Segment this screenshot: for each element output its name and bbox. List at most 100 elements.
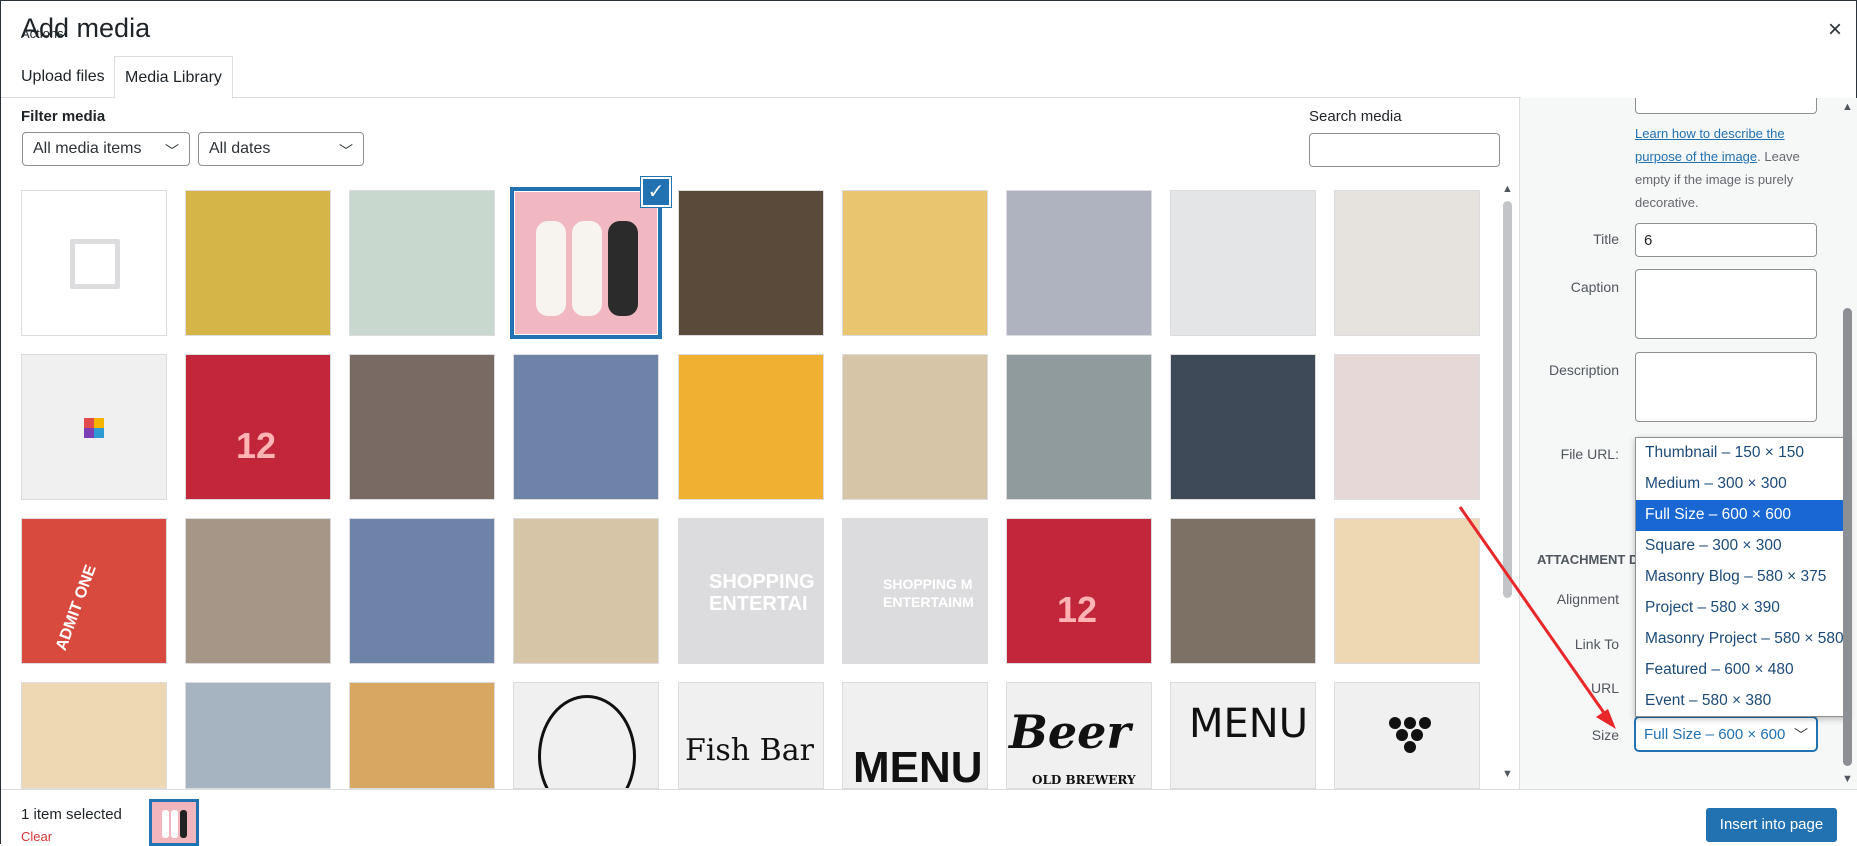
media-thumbnail[interactable] <box>21 354 167 500</box>
media-thumbnail[interactable] <box>678 354 824 500</box>
size-option[interactable]: Thumbnail – 150 × 150 <box>1636 438 1848 469</box>
description-textarea[interactable] <box>1635 352 1817 422</box>
size-option[interactable]: Full Size – 600 × 600 <box>1636 500 1848 531</box>
thumbnail-text: MENU <box>1189 701 1308 747</box>
media-modal: Actions Add media × Upload files Media L… <box>1 1 1857 846</box>
thumbnail-text: SHOPPING ENTERTAI <box>709 571 815 615</box>
media-thumbnail[interactable] <box>1334 354 1480 500</box>
media-thumbnail[interactable] <box>1170 190 1316 336</box>
thumbnail-text: OLD BREWERY <box>1032 773 1136 787</box>
dates-select[interactable]: All dates ﹀ <box>198 132 364 166</box>
thumbnail-text: SHOPPING M ENTERTAINM <box>883 576 974 610</box>
app-icon <box>84 418 104 438</box>
media-thumbnail[interactable] <box>842 354 988 500</box>
media-thumbnail[interactable]: SHOPPING M ENTERTAINM <box>842 518 988 664</box>
size-option[interactable]: Masonry Blog – 580 × 375 <box>1636 562 1848 593</box>
thumbnail-text: 12 <box>236 425 277 466</box>
scrollbar-thumb[interactable] <box>1503 201 1512 598</box>
selected-thumbnail[interactable] <box>149 799 199 846</box>
thumbnail-text: Fish Bar <box>685 733 814 768</box>
url-label: URL <box>1590 680 1619 696</box>
scroll-down-icon[interactable]: ▼ <box>1502 768 1513 780</box>
size-select[interactable]: Full Size – 600 × 600 ﹀ <box>1635 717 1817 751</box>
media-thumbnail[interactable] <box>349 190 495 336</box>
link-to-label: Link To <box>1574 636 1619 652</box>
media-thumbnail[interactable]: 12 <box>185 354 331 500</box>
size-option[interactable]: Featured – 600 × 480 <box>1636 655 1848 686</box>
media-thumbnail[interactable]: Beer OLD BREWERY <box>1006 682 1152 789</box>
media-thumbnail[interactable] <box>1006 354 1152 500</box>
filter-media-label: Filter media <box>21 108 106 125</box>
media-thumbnail[interactable] <box>349 354 495 500</box>
size-option[interactable]: Event – 580 × 380 <box>1636 686 1848 716</box>
media-thumbnail[interactable] <box>510 187 662 339</box>
size-option[interactable]: Medium – 300 × 300 <box>1636 469 1848 500</box>
chevron-down-icon: ﹀ <box>165 143 179 159</box>
size-option[interactable]: Square – 300 × 300 <box>1636 531 1848 562</box>
media-thumbnail[interactable] <box>185 682 331 789</box>
close-icon[interactable]: × <box>1828 17 1842 43</box>
media-thumbnail[interactable] <box>349 682 495 789</box>
sidebar-scrollbar-thumb[interactable] <box>1843 308 1852 766</box>
scroll-up-icon[interactable]: ▲ <box>1842 101 1853 113</box>
media-thumbnail[interactable]: SHOPPING ENTERTAI <box>678 518 824 664</box>
search-input[interactable] <box>1309 133 1500 167</box>
media-thumbnail[interactable] <box>185 190 331 336</box>
media-thumbnail[interactable] <box>513 518 659 664</box>
media-thumbnail[interactable] <box>1334 682 1480 789</box>
size-select-value: Full Size – 600 × 600 <box>1644 726 1786 743</box>
media-thumbnail[interactable]: Fish Bar <box>678 682 824 789</box>
media-thumbnail[interactable] <box>513 354 659 500</box>
media-thumbnail[interactable] <box>1170 354 1316 500</box>
modal-title: Add media <box>21 13 151 43</box>
caption-textarea[interactable] <box>1635 269 1817 339</box>
sidebar-scrollbar[interactable]: ▲ ▼ <box>1841 98 1854 789</box>
media-type-value: All media items <box>33 140 142 157</box>
media-thumbnail[interactable] <box>21 190 167 336</box>
tab-media-library[interactable]: Media Library <box>114 56 233 99</box>
media-thumbnail[interactable] <box>1334 518 1480 664</box>
size-label: Size <box>1591 727 1619 743</box>
media-thumbnail[interactable] <box>678 190 824 336</box>
media-thumbnail[interactable] <box>185 518 331 664</box>
thumbnail-text: 12 <box>1057 589 1098 630</box>
grapes-icon <box>1389 717 1431 753</box>
media-thumbnail[interactable] <box>21 682 167 789</box>
clear-selection-link[interactable]: Clear <box>21 829 52 844</box>
media-thumbnail[interactable]: MENU <box>842 682 988 789</box>
caption-label: Caption <box>1570 279 1619 295</box>
file-url-label: File URL: <box>1560 446 1619 462</box>
media-thumbnail[interactable] <box>842 190 988 336</box>
media-thumbnail[interactable] <box>1170 518 1316 664</box>
media-footer: 1 item selected Clear Insert into page <box>1 789 1857 846</box>
alignment-label: Alignment <box>1556 591 1619 607</box>
selection-count: 1 item selected <box>21 806 122 823</box>
scroll-up-icon[interactable]: ▲ <box>1502 183 1513 195</box>
size-dropdown-list: Thumbnail – 150 × 150 Medium – 300 × 300 F… <box>1635 437 1849 717</box>
cupcake-logo-icon <box>538 695 636 788</box>
media-thumbnail[interactable]: ADMIT ONE <box>21 518 167 664</box>
media-thumbnail[interactable] <box>1006 190 1152 336</box>
media-thumbnail[interactable]: MENU <box>1170 682 1316 789</box>
media-thumbnail[interactable] <box>349 518 495 664</box>
selected-check-icon[interactable]: ✓ <box>641 177 671 207</box>
media-thumbnail[interactable] <box>513 682 659 789</box>
insert-into-page-button[interactable]: Insert into page <box>1706 808 1837 842</box>
thumbnail-text: Beer <box>1009 705 1131 759</box>
alt-text-textarea[interactable] <box>1635 98 1817 114</box>
title-field[interactable]: 6 <box>1635 223 1817 257</box>
title-label: Title <box>1593 231 1619 247</box>
dates-value: All dates <box>209 140 271 157</box>
size-option[interactable]: Project – 580 × 390 <box>1636 593 1848 624</box>
bottles-icon <box>162 810 187 838</box>
scroll-down-icon[interactable]: ▼ <box>1842 773 1853 785</box>
media-tabs: Upload files Media Library <box>1 56 1521 99</box>
media-thumbnail[interactable] <box>1334 190 1480 336</box>
media-type-select[interactable]: All media items ﹀ <box>22 132 190 166</box>
description-label: Description <box>1548 362 1619 378</box>
tab-upload-files[interactable]: Upload files <box>11 56 115 98</box>
thumbnail-text: MENU <box>853 743 983 789</box>
thumbnail-text: ADMIT ONE <box>53 562 100 653</box>
media-thumbnail[interactable]: 12 <box>1006 518 1152 664</box>
size-option[interactable]: Masonry Project – 580 × 580 <box>1636 624 1848 655</box>
